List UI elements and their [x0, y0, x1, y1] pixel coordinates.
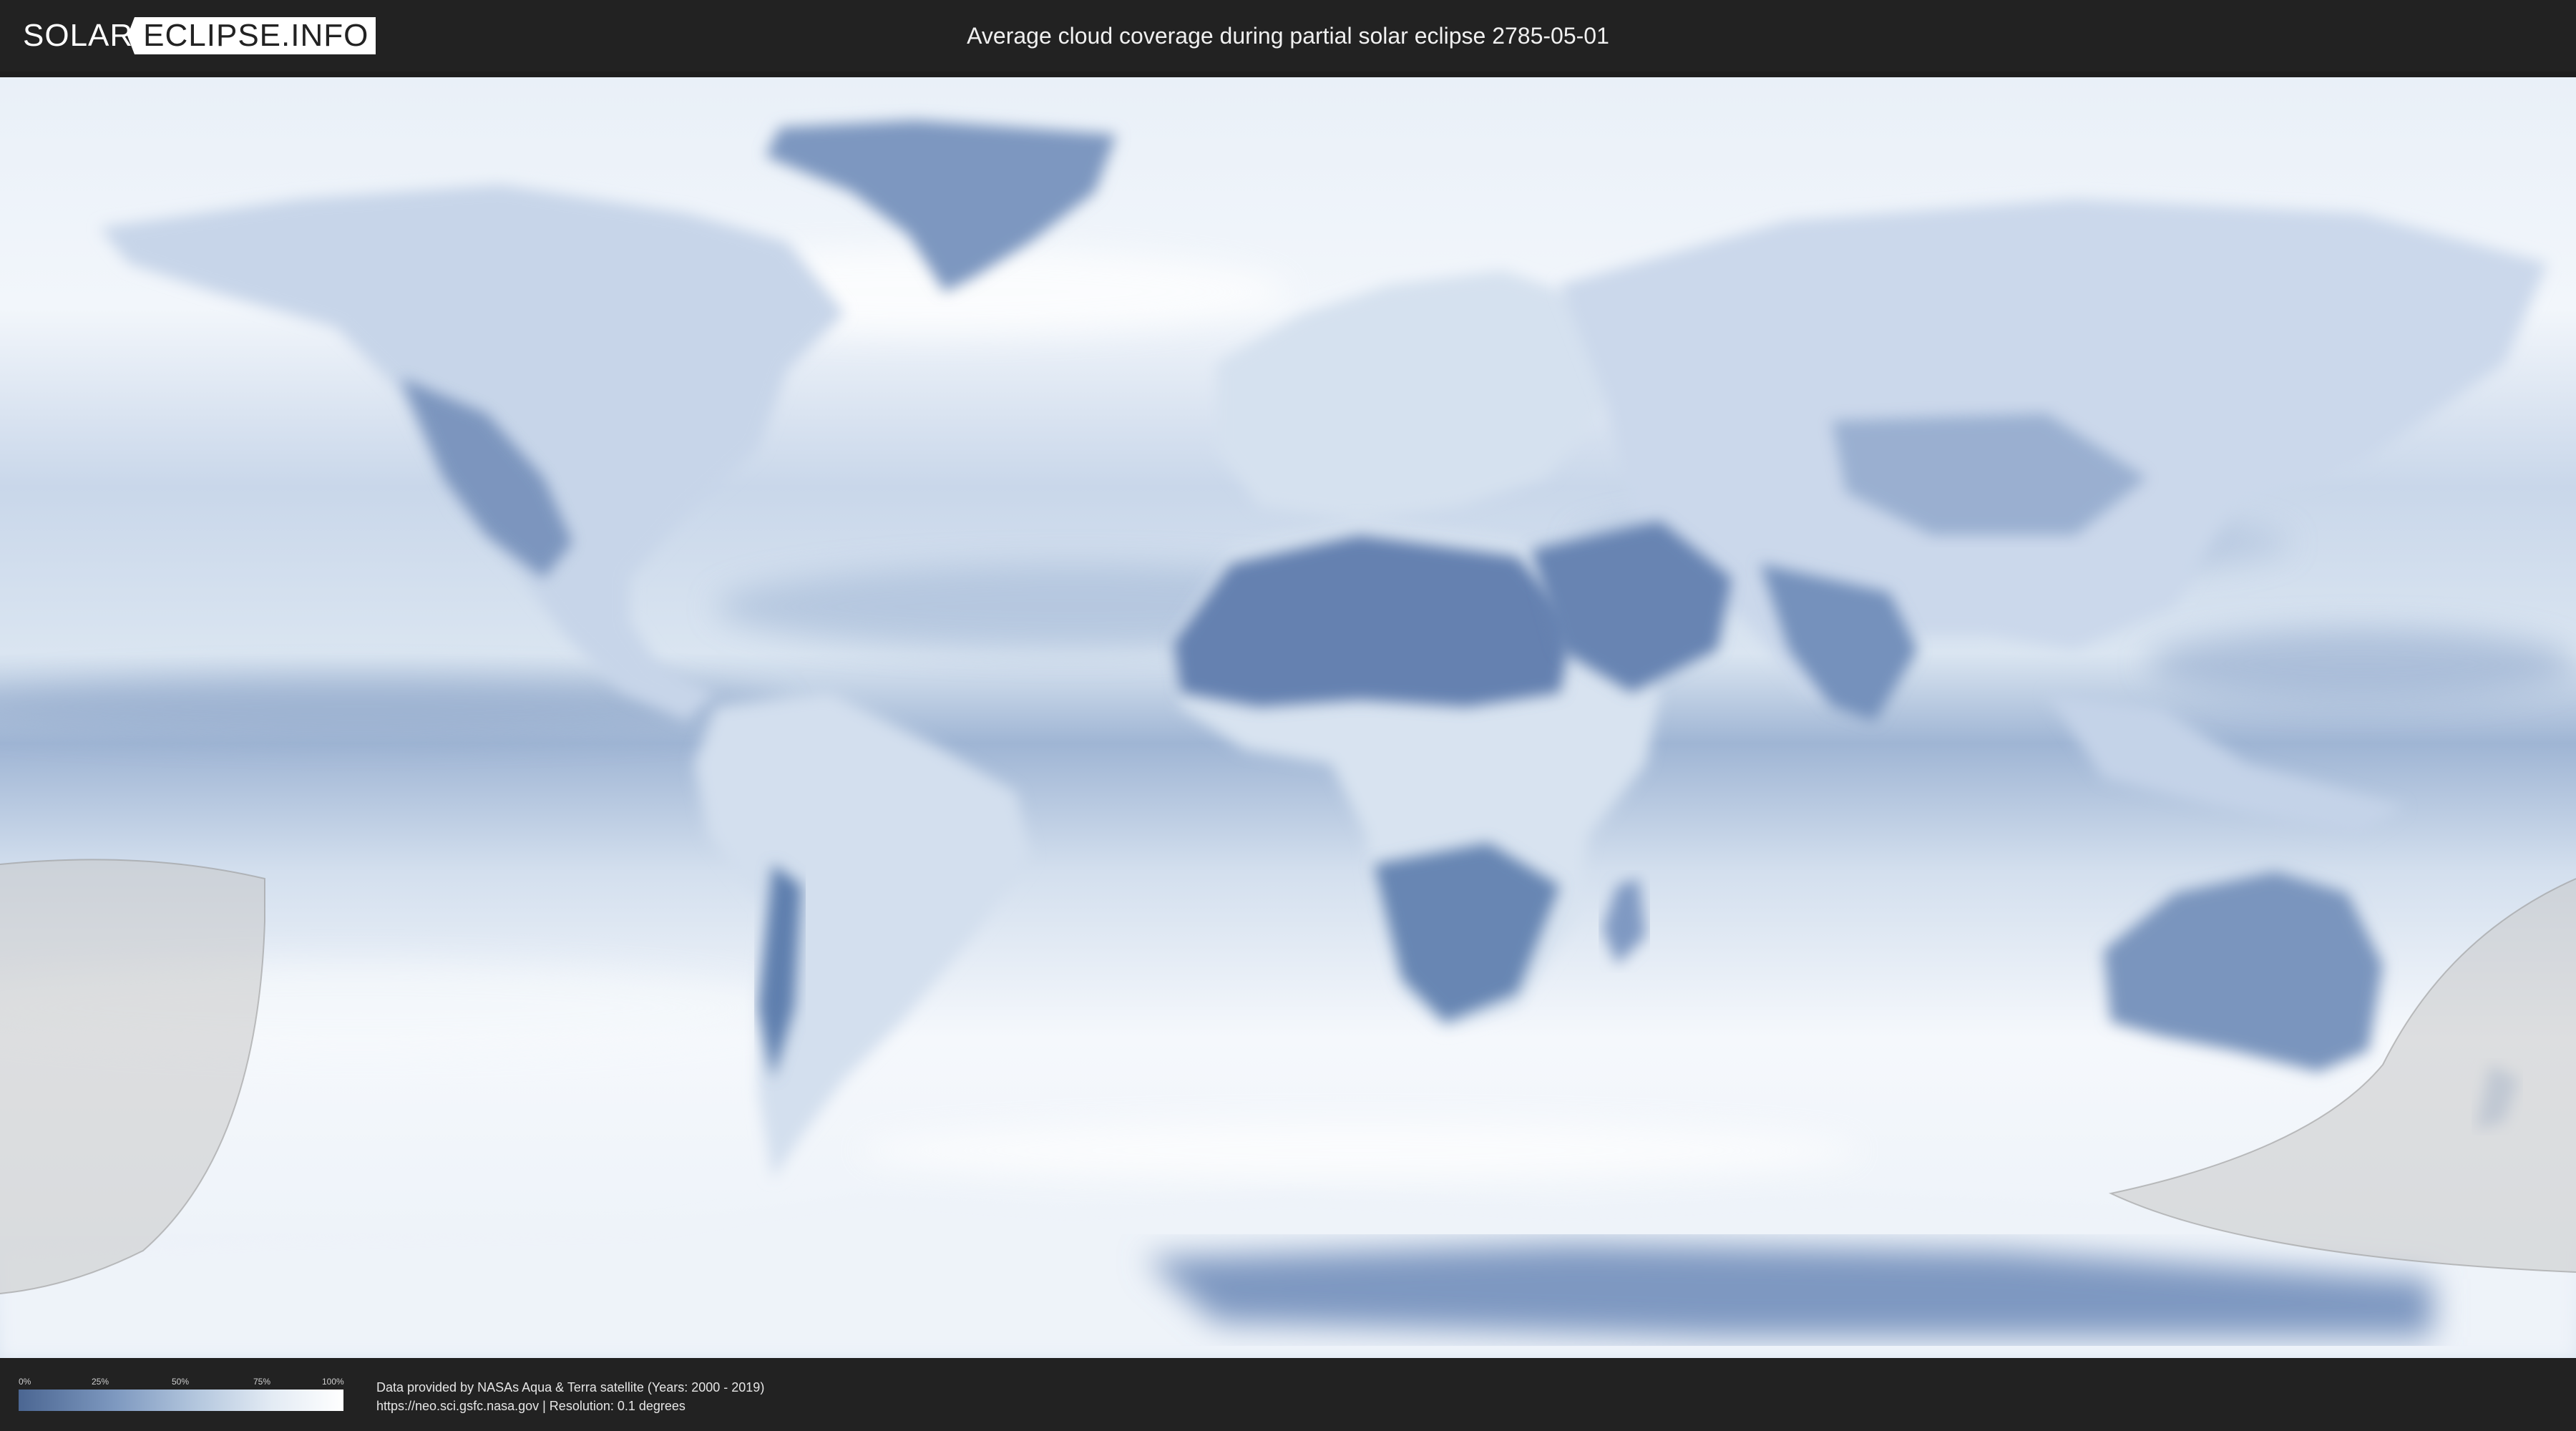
legend-color-bar	[19, 1390, 343, 1411]
page-title: Average cloud coverage during partial so…	[967, 23, 1609, 49]
data-url-line: https://neo.sci.gsfc.nasa.gov | Resoluti…	[376, 1399, 686, 1413]
header-bar: SOLAR ECLIPSE.INFO Average cloud coverag…	[0, 0, 2576, 72]
data-source-note: Data provided by NASAs Aqua & Terra sate…	[376, 1378, 764, 1415]
cloud-coverage-map	[0, 77, 2576, 1358]
legend-ticks: 0% 25% 50% 75% 100%	[19, 1377, 344, 1390]
cloud-coverage-legend: 0% 25% 50% 75% 100%	[19, 1377, 344, 1411]
legend-tick-100: 100%	[322, 1377, 344, 1387]
legend-tick-50: 50%	[172, 1377, 190, 1387]
legend-tick-25: 25%	[92, 1377, 109, 1387]
map-canvas	[0, 77, 2576, 1358]
data-source-line: Data provided by NASAs Aqua & Terra sate…	[376, 1380, 765, 1395]
legend-tick-0: 0%	[19, 1377, 31, 1387]
legend-tick-75: 75%	[253, 1377, 271, 1387]
